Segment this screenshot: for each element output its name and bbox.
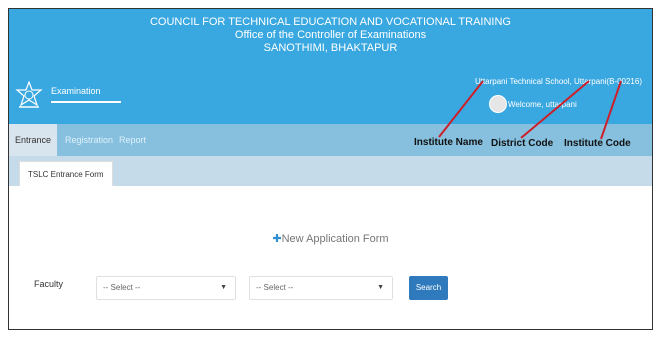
annotation-arrows — [438, 80, 622, 140]
browser-frame: COUNCIL FOR TECHNICAL EDUCATION AND VOCA… — [8, 8, 653, 330]
